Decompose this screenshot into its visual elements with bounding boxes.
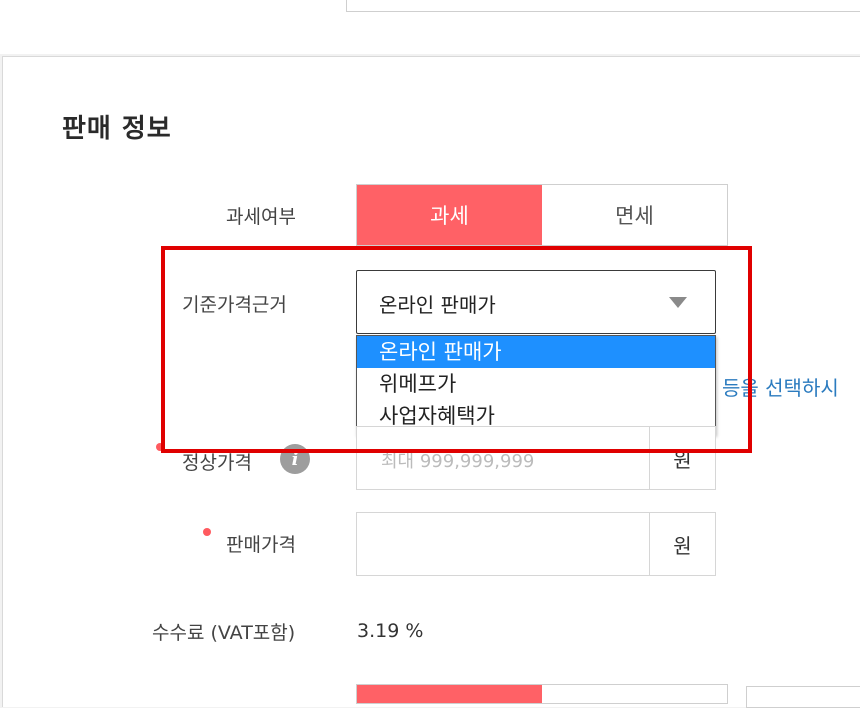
dropdown-option-wemakeprice[interactable]: 위메프가 <box>357 368 715 400</box>
fee-label: 수수료 (VAT포함) <box>152 622 296 644</box>
base-price-selected-value: 온라인 판매가 <box>379 293 496 317</box>
fee-value: 3.19 % <box>357 620 424 642</box>
base-price-label: 기준가격근거 <box>182 294 287 316</box>
tax-option-exempt[interactable]: 면세 <box>542 185 727 245</box>
next-extra-button[interactable] <box>746 686 860 708</box>
next-toggle-option-b[interactable] <box>542 685 727 703</box>
next-toggle <box>356 684 728 704</box>
dropdown-option-online-price[interactable]: 온라인 판매가 <box>357 336 715 368</box>
base-price-dropdown-list: 온라인 판매가 위메프가 사업자혜택가 <box>356 335 716 435</box>
base-price-hint: 등을 선택하시 <box>722 376 839 400</box>
sale-price-input[interactable] <box>356 512 650 576</box>
triangle-down-icon <box>669 297 687 308</box>
sale-price-label: 판매가격 <box>226 534 296 556</box>
regular-price-unit: 원 <box>649 426 716 490</box>
sale-price-unit: 원 <box>649 512 716 576</box>
required-dot <box>203 528 211 536</box>
regular-price-input[interactable]: 최대 999,999,999 <box>356 426 650 490</box>
tax-option-taxable[interactable]: 과세 <box>357 185 542 245</box>
regular-price-placeholder: 최대 999,999,999 <box>381 451 535 472</box>
info-icon[interactable]: i <box>280 444 310 474</box>
regular-price-label: 정상가격 <box>182 452 252 474</box>
previous-field-input[interactable] <box>346 0 860 12</box>
next-toggle-option-a[interactable] <box>357 685 542 703</box>
top-area <box>0 0 860 54</box>
tax-label: 과세여부 <box>226 206 296 228</box>
section-title: 판매 정보 <box>62 114 172 144</box>
required-dot <box>156 443 164 451</box>
base-price-select[interactable]: 온라인 판매가 <box>356 270 716 334</box>
tax-toggle: 과세 면세 <box>356 184 728 246</box>
